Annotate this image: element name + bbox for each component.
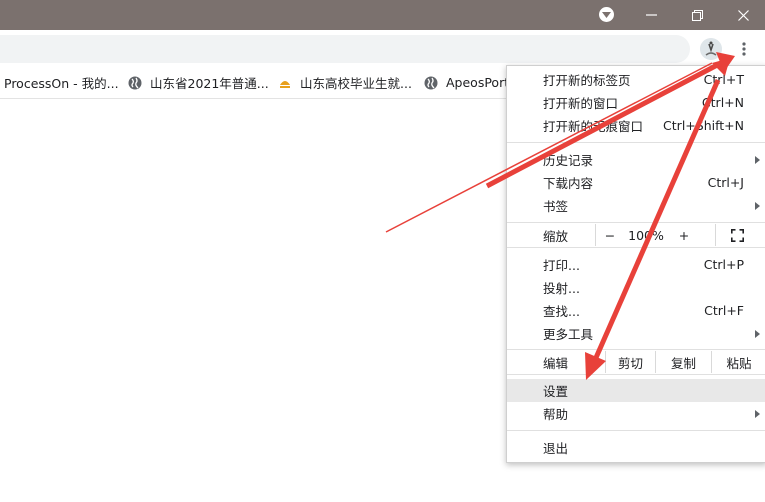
copy-button[interactable]: 复制 (656, 351, 711, 373)
menu-item-label: 打印... (543, 258, 580, 273)
menu-item-shortcut: Ctrl+J (707, 175, 744, 190)
menu-divider (715, 224, 716, 246)
menu-item-label: 下载内容 (543, 176, 594, 191)
fullscreen-button[interactable] (717, 224, 757, 246)
bookmark-label: 山东省2021年普通... (150, 76, 269, 91)
close-icon (737, 9, 749, 21)
menu-item-shortcut: Ctrl+T (703, 72, 744, 87)
address-bar[interactable] (0, 35, 690, 63)
minimize-icon (645, 14, 657, 16)
zoom-out-button[interactable]: − (597, 224, 623, 246)
menu-item-more-tools[interactable]: 更多工具 (507, 322, 765, 345)
bookmark-item[interactable]: 山东省2021年普通... (128, 67, 269, 98)
chevron-down-icon (602, 11, 611, 18)
minimize-button[interactable] (628, 0, 674, 30)
chrome-main-menu: 打开新的标签页 Ctrl+T 打开新的窗口 Ctrl+N 打开新的无痕窗口 Ct… (506, 65, 765, 463)
menu-item-label: 设置 (543, 384, 569, 399)
menu-item-label: 打开新的标签页 (543, 73, 631, 88)
school-logo-icon (280, 80, 290, 88)
menu-item-label: 打开新的窗口 (543, 96, 619, 111)
more-vert-icon (742, 42, 746, 56)
menu-item-print[interactable]: 打印... Ctrl+P (507, 253, 765, 276)
menu-separator (507, 349, 765, 350)
tab-search-button[interactable] (599, 7, 614, 22)
menu-item-label: 帮助 (543, 407, 569, 422)
menu-item-history[interactable]: 历史记录 (507, 148, 765, 171)
menu-item-label: 查找... (543, 304, 580, 319)
menu-separator (507, 247, 765, 248)
bookmark-item[interactable]: ProcessOn - 我的... (4, 67, 119, 98)
menu-item-label: 更多工具 (543, 327, 594, 342)
menu-item-help[interactable]: 帮助 (507, 402, 765, 425)
menu-item-shortcut: Ctrl+Shift+N (663, 118, 744, 133)
menu-item-label: 书签 (543, 199, 569, 214)
title-bar (0, 0, 765, 30)
submenu-arrow-icon (755, 329, 760, 338)
menu-separator (507, 374, 765, 375)
menu-item-find[interactable]: 查找... Ctrl+F (507, 299, 765, 322)
bookmark-item[interactable]: 山东高校毕业生就... (278, 67, 412, 98)
menu-item-new-tab[interactable]: 打开新的标签页 Ctrl+T (507, 68, 765, 91)
bookmark-label: ProcessOn - 我的... (4, 76, 119, 91)
restore-icon (691, 9, 703, 21)
submenu-arrow-icon (755, 155, 760, 164)
zoom-label: 缩放 (543, 228, 569, 244)
menu-item-bookmarks[interactable]: 书签 (507, 194, 765, 217)
submenu-arrow-icon (755, 201, 760, 210)
zoom-level: 100% (628, 227, 664, 243)
menu-item-downloads[interactable]: 下载内容 Ctrl+J (507, 171, 765, 194)
menu-item-shortcut: Ctrl+F (704, 303, 744, 318)
menu-item-label: 投射... (543, 281, 580, 296)
zoom-in-button[interactable]: + (669, 224, 699, 246)
menu-item-cast[interactable]: 投射... (507, 276, 765, 299)
restore-button[interactable] (674, 0, 720, 30)
menu-item-settings[interactable]: 设置 (507, 379, 765, 402)
bookmark-item[interactable]: ApeosPort (424, 67, 509, 98)
browser-toolbar (0, 30, 765, 67)
menu-item-new-window[interactable]: 打开新的窗口 Ctrl+N (507, 91, 765, 114)
paste-button[interactable]: 粘贴 (712, 351, 765, 373)
profile-avatar[interactable] (700, 38, 722, 60)
menu-item-shortcut: Ctrl+P (703, 257, 744, 272)
menu-separator (507, 222, 765, 223)
globe-icon (424, 76, 438, 89)
chrome-menu-button[interactable] (734, 38, 754, 60)
close-button[interactable] (720, 0, 765, 30)
fullscreen-icon (730, 228, 744, 242)
avatar-icon (700, 38, 722, 60)
menu-item-label: 打开新的无痕窗口 (543, 119, 644, 134)
cut-button[interactable]: 剪切 (606, 351, 655, 373)
bookmark-label: ApeosPort (446, 75, 510, 90)
menu-divider (595, 224, 596, 246)
menu-separator (507, 142, 765, 143)
menu-item-label: 退出 (543, 441, 569, 456)
edit-label: 编辑 (543, 355, 569, 371)
menu-item-exit[interactable]: 退出 (507, 436, 765, 459)
submenu-arrow-icon (755, 409, 760, 418)
menu-item-label: 历史记录 (543, 153, 594, 168)
bookmark-label: 山东高校毕业生就... (300, 76, 412, 91)
zoom-row: 缩放 − 100% + (507, 224, 765, 246)
edit-row: 编辑 剪切 复制 粘贴 (507, 351, 765, 373)
globe-icon (128, 76, 142, 89)
menu-item-new-incognito-window[interactable]: 打开新的无痕窗口 Ctrl+Shift+N (507, 114, 765, 137)
menu-separator (507, 430, 765, 431)
menu-item-shortcut: Ctrl+N (701, 95, 744, 110)
